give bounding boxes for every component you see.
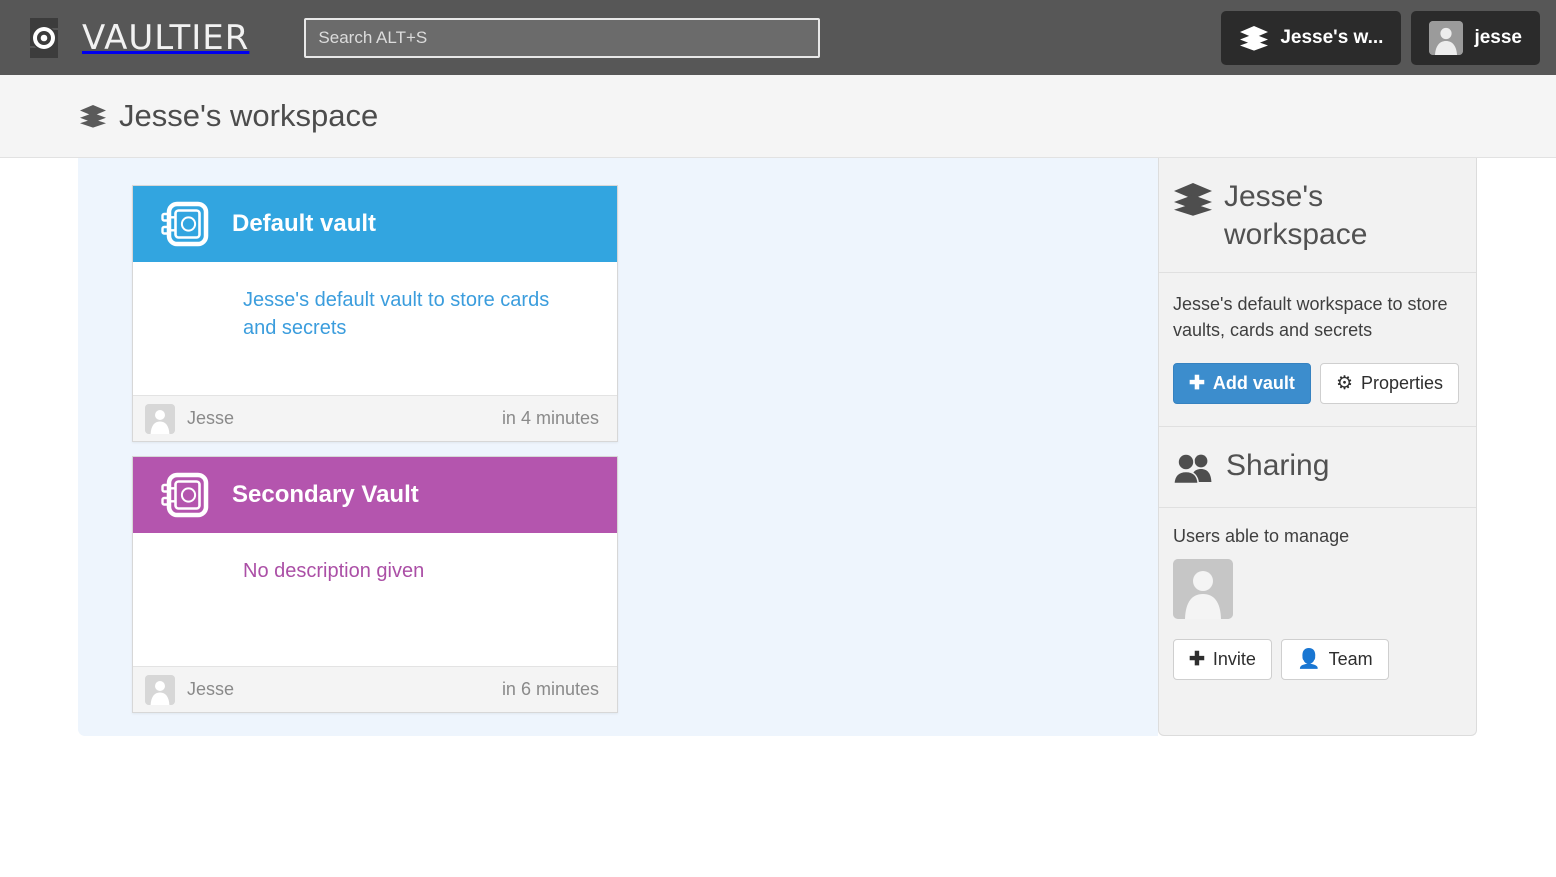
layers-icon <box>79 104 107 128</box>
sidebar-workspace-body: Jesse's default workspace to store vault… <box>1159 273 1476 426</box>
properties-label: Properties <box>1360 373 1444 393</box>
user-avatar-icon <box>145 403 175 434</box>
workspace-switcher-button[interactable]: Jesse's w... <box>1221 10 1402 65</box>
sidebar-sharing-header: Sharing <box>1159 426 1476 508</box>
vault-card-description: No description given <box>243 560 425 582</box>
vault-card-footer: Jesse in 4 minutes <box>133 395 617 441</box>
sidebar-workspace-title: Jesse's workspace <box>1224 180 1368 251</box>
add-vault-button[interactable]: ✚ Add vault <box>1173 363 1311 404</box>
sidebar-workspace-description: Jesse's default workspace to store vault… <box>1173 294 1448 340</box>
sidebar-workspace-header: Jesse's workspace <box>1159 158 1476 273</box>
right-sidebar: Jesse's workspace Jesse's default worksp… <box>1158 158 1477 736</box>
people-icon <box>1172 447 1215 489</box>
search-input[interactable] <box>304 17 821 58</box>
search-container <box>304 17 821 58</box>
user-avatar-icon <box>1429 20 1464 55</box>
workspace-switcher-label: Jesse's w... <box>1280 26 1384 48</box>
navbar-right-group: Jesse's w... jesse <box>1221 10 1540 65</box>
layers-icon <box>1173 178 1213 221</box>
vault-card-author: Jesse <box>187 679 235 699</box>
plus-icon: ✚ <box>1189 373 1205 394</box>
users-able-to-manage-label: Users able to manage <box>1173 526 1350 546</box>
vault-card-body: No description given <box>133 533 617 666</box>
vault-safe-icon <box>158 470 210 520</box>
vault-card-header[interactable]: Secondary Vault <box>133 457 617 533</box>
vault-card-title: Default vault <box>232 210 377 237</box>
gear-icon: ⚙ <box>1335 373 1353 394</box>
team-button[interactable]: 👤 Team <box>1280 639 1389 680</box>
plus-icon: ✚ <box>1189 649 1205 670</box>
brand-name: VAULTIER <box>82 17 250 58</box>
sharing-actions: ✚ Invite 👤 Team <box>1173 639 1460 680</box>
workspace-actions: ✚ Add vault ⚙ Properties <box>1173 363 1460 404</box>
vault-card[interactable]: Secondary Vault No description given Jes… <box>132 456 618 713</box>
user-menu-label: jesse <box>1474 26 1522 48</box>
layers-icon <box>1239 25 1269 51</box>
user-menu-button[interactable]: jesse <box>1411 10 1540 65</box>
vaultier-target-logo-icon <box>18 12 70 64</box>
vault-safe-icon <box>158 199 210 249</box>
vault-list-panel: Default vault Jesse's default vault to s… <box>78 158 1158 736</box>
sidebar-sharing-body: Users able to manage ✚ Invite 👤 Team <box>1159 508 1476 702</box>
sidebar-sharing-title: Sharing <box>1226 449 1330 482</box>
user-icon: 👤 <box>1296 649 1321 670</box>
brand-home-link[interactable]: VAULTIER <box>18 0 249 75</box>
vault-card-title: Secondary Vault <box>232 481 419 508</box>
top-navbar: VAULTIER Jesse's w... j <box>0 0 1556 75</box>
vault-card-body: Jesse's default vault to store cards and… <box>133 262 617 395</box>
vault-card-timestamp: in 4 minutes <box>501 408 599 428</box>
main-stage: Default vault Jesse's default vault to s… <box>0 158 1556 877</box>
breadcrumb-label: Jesse's workspace <box>119 98 379 133</box>
vault-card-footer: Jesse in 6 minutes <box>133 666 617 712</box>
vault-card-description: Jesse's default vault to store cards and… <box>243 289 550 339</box>
team-label: Team <box>1328 649 1373 669</box>
user-avatar-icon <box>145 674 175 705</box>
add-vault-label: Add vault <box>1212 373 1295 393</box>
vault-card[interactable]: Default vault Jesse's default vault to s… <box>132 185 618 442</box>
invite-button[interactable]: ✚ Invite <box>1173 639 1272 680</box>
vault-card-header[interactable]: Default vault <box>133 186 617 262</box>
invite-label: Invite <box>1212 649 1256 669</box>
user-avatar-icon[interactable] <box>1173 559 1460 619</box>
vault-card-timestamp: in 6 minutes <box>501 679 599 699</box>
vault-card-author: Jesse <box>187 408 235 428</box>
properties-button[interactable]: ⚙ Properties <box>1319 363 1460 404</box>
breadcrumb-bar: Jesse's workspace <box>0 75 1556 158</box>
breadcrumb[interactable]: Jesse's workspace <box>79 98 378 134</box>
